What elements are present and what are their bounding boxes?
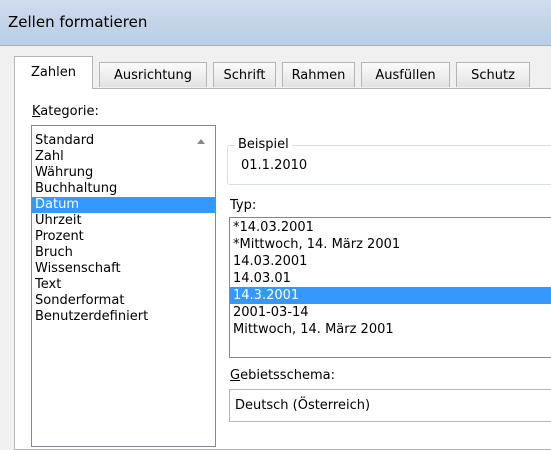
typ-listbox[interactable]: *14.03.2001 *Mittwoch, 14. März 2001 14.… — [229, 217, 551, 358]
list-item[interactable]: Bruch — [32, 245, 215, 261]
list-item[interactable]: 14.03.2001 — [230, 253, 551, 270]
tab-rahmen[interactable]: Rahmen — [282, 62, 355, 87]
list-item[interactable]: Sonderformat — [32, 293, 215, 309]
list-item[interactable]: *14.03.2001 — [230, 219, 551, 236]
scroll-up-icon[interactable] — [197, 139, 205, 144]
beispiel-value: 01.1.2010 — [241, 158, 308, 173]
list-item-selected[interactable]: Datum — [32, 197, 215, 213]
list-item[interactable]: *Mittwoch, 14. März 2001 — [230, 236, 551, 253]
list-item[interactable]: Mittwoch, 14. März 2001 — [230, 321, 551, 338]
list-item-selected[interactable]: 14.3.2001 — [230, 287, 551, 304]
tab-schrift[interactable]: Schrift — [213, 62, 276, 87]
beispiel-label: Beispiel — [235, 137, 292, 152]
gebietsschema-label: Gebietsschema: — [230, 368, 335, 383]
kategorie-listbox[interactable]: Standard Zahl Währung Buchhaltung Datum … — [31, 125, 216, 447]
list-item[interactable]: Standard — [32, 133, 215, 149]
tab-ausrichtung[interactable]: Ausrichtung — [99, 62, 207, 87]
list-item[interactable]: 2001-03-14 — [230, 304, 551, 321]
title-bar: Zellen formatieren — [0, 0, 551, 46]
typ-label: Typ: — [230, 198, 257, 213]
gebietsschema-select[interactable]: Deutsch (Österreich) — [229, 389, 551, 422]
window-title: Zellen formatieren — [8, 13, 148, 31]
list-item[interactable]: Währung — [32, 165, 215, 181]
list-item[interactable]: Buchhaltung — [32, 181, 215, 197]
list-item[interactable]: Uhrzeit — [32, 213, 215, 229]
list-item[interactable]: Wissenschaft — [32, 261, 215, 277]
tab-schutz[interactable]: Schutz — [456, 62, 530, 87]
kategorie-label: Kategorie: — [32, 104, 99, 119]
list-item[interactable]: 14.03.01 — [230, 270, 551, 287]
list-item[interactable]: Benutzerdefiniert — [32, 309, 215, 325]
tab-ausfuellen[interactable]: Ausfüllen — [361, 62, 450, 87]
list-item[interactable]: Text — [32, 277, 215, 293]
list-item[interactable]: Zahl — [32, 149, 215, 165]
list-item[interactable]: Prozent — [32, 229, 215, 245]
tab-zahlen[interactable]: Zahlen — [14, 56, 93, 89]
